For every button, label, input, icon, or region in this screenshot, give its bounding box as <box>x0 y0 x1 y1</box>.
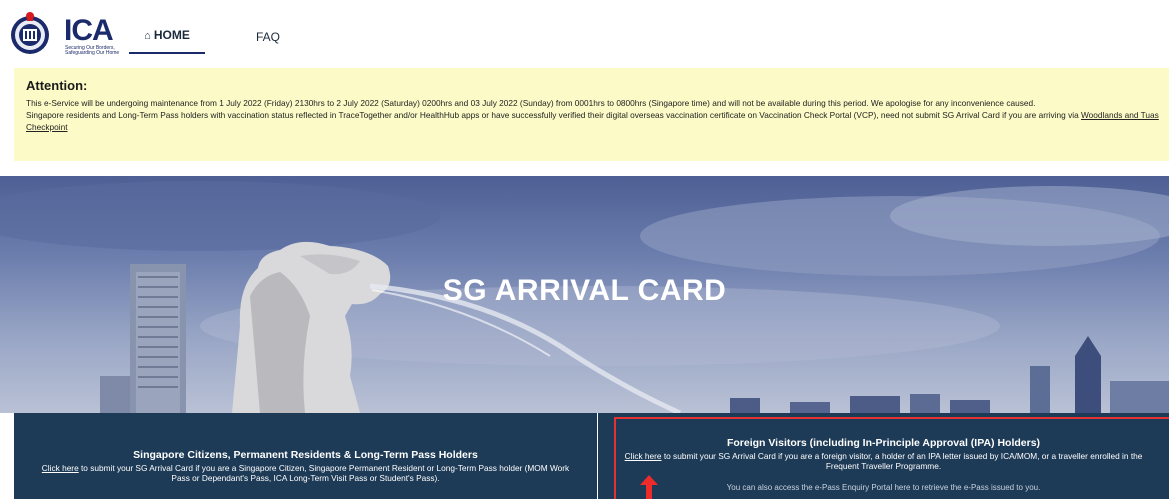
residents-card: Singapore Citizens, Permanent Residents … <box>14 413 597 499</box>
logo-wordmark: ICA <box>64 14 114 47</box>
red-arrow-icon <box>640 475 658 499</box>
highlight-box <box>614 417 1169 499</box>
foreign-visitors-card: Foreign Visitors (including In-Principle… <box>598 413 1169 499</box>
vaccination-notice: Singapore residents and Long-Term Pass h… <box>26 109 1169 133</box>
site-header: ICA Securing Our Borders, Safeguarding O… <box>0 0 1169 64</box>
nav-home[interactable]: ⌂ HOME <box>129 28 205 54</box>
residents-card-desc-text: to submit your SG Arrival Card if you ar… <box>78 463 570 483</box>
residents-card-title: Singapore Citizens, Permanent Residents … <box>133 449 478 461</box>
home-icon: ⌂ <box>144 30 151 42</box>
hero-banner: SG ARRIVAL CARD <box>0 176 1169 413</box>
residents-click-here-link[interactable]: Click here <box>42 463 79 473</box>
hero-title: SG ARRIVAL CARD <box>442 274 727 307</box>
nav-home-label: HOME <box>153 28 190 42</box>
nav-faq[interactable]: FAQ <box>256 30 280 44</box>
vaccination-notice-text: Singapore residents and Long-Term Pass h… <box>26 110 1081 120</box>
maintenance-notice: This e-Service will be undergoing mainte… <box>26 98 1036 108</box>
ica-emblem-icon <box>11 12 49 54</box>
attention-title: Attention: <box>26 78 88 93</box>
ica-logo[interactable]: ICA Securing Our Borders, Safeguarding O… <box>8 10 138 56</box>
residents-card-desc: Click here to submit your SG Arrival Car… <box>14 463 597 483</box>
logo-tagline: Securing Our Borders, Safeguarding Our H… <box>65 45 120 56</box>
attention-banner: Attention: This e-Service will be underg… <box>14 68 1169 161</box>
